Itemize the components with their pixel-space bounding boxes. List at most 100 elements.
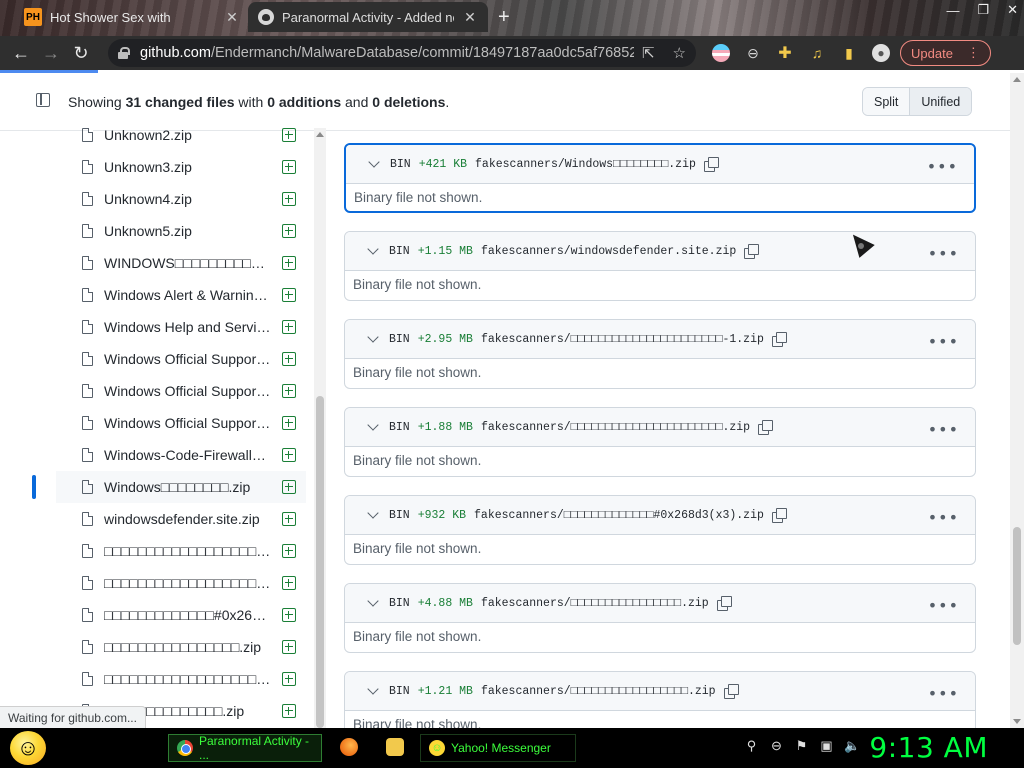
copy-path-icon[interactable] xyxy=(723,683,739,699)
copy-path-icon[interactable] xyxy=(744,243,760,259)
file-icon xyxy=(82,256,93,270)
search-icon[interactable]: ⚲ xyxy=(744,738,759,754)
copy-path-icon[interactable] xyxy=(758,419,774,435)
start-button-smiley-icon[interactable]: ☺ xyxy=(10,731,46,765)
more-options-icon[interactable]: ••• xyxy=(928,420,959,439)
url-text[interactable]: github.com/Endermanch/MalwareDatabase/co… xyxy=(140,45,634,61)
diff-file-header[interactable]: BIN +1.88 MB fakescanners/□□□□□□□□□□□□□□□□… xyxy=(345,408,975,447)
diff-file-card: BIN +1.88 MB fakescanners/□□□□□□□□□□□□□□□□… xyxy=(344,407,976,477)
file-tree-item[interactable]: □□□□□□□□□□□□□□□□□□□□□□.zip xyxy=(56,535,306,567)
diff-file-header[interactable]: BIN +2.95 MB fakescanners/□□□□□□□□□□□□□□□□… xyxy=(345,320,975,359)
more-options-icon[interactable]: ••• xyxy=(927,157,958,176)
folder-icon[interactable] xyxy=(386,738,404,756)
more-options-icon[interactable]: ••• xyxy=(928,684,959,703)
scroll-up-icon[interactable] xyxy=(316,132,324,137)
file-tree-item[interactable]: □□□□□□□□□□□□□#0x268d3.zip xyxy=(56,599,306,631)
chevron-down-icon[interactable] xyxy=(367,683,379,695)
file-tree-item[interactable]: Windows□□□□□□□□.zip xyxy=(56,471,306,503)
file-tree-item[interactable]: □□□□□□□□□□□□□□□□.zip xyxy=(56,631,306,663)
update-button[interactable]: Update ⋮ xyxy=(900,40,991,66)
file-path[interactable]: fakescanners/□□□□□□□□□□□□□□□□□□□□□□.zip xyxy=(481,421,750,434)
more-options-icon[interactable]: ••• xyxy=(928,332,959,351)
file-tree-scrollbar[interactable] xyxy=(314,128,326,728)
chevron-down-icon[interactable] xyxy=(368,156,380,168)
tab-hot-shower[interactable]: PH Hot Shower Sex with ✕ xyxy=(14,2,250,32)
file-tree-item-label: □□□□□□□□□□□□□#0x268d3.zip xyxy=(104,607,272,623)
copy-path-icon[interactable] xyxy=(771,331,787,347)
back-icon[interactable]: ← xyxy=(6,38,36,68)
file-tree-item[interactable]: Windows Official Support.zip xyxy=(56,375,306,407)
diff-file-card: BIN +421 KB fakescanners/Windows□□□□□□□□.z… xyxy=(344,143,976,213)
messenger-status-icon[interactable]: ⊖ xyxy=(769,738,784,754)
scrollbar-thumb[interactable] xyxy=(316,396,324,728)
diff-file-header[interactable]: BIN +932 KB fakescanners/□□□□□□□□□□□□□#0x2… xyxy=(345,496,975,535)
bookmark-star-icon[interactable]: ☆ xyxy=(673,44,686,62)
file-path[interactable]: fakescanners/Windows□□□□□□□□.zip xyxy=(475,158,696,171)
share-icon[interactable]: ⇱ xyxy=(642,44,655,62)
diff-file-header[interactable]: BIN +421 KB fakescanners/Windows□□□□□□□□.z… xyxy=(346,145,974,184)
file-added-icon xyxy=(282,352,296,366)
file-path[interactable]: fakescanners/□□□□□□□□□□□□□□□□□□□□□□-1.zi… xyxy=(481,333,764,346)
chevron-down-icon[interactable] xyxy=(367,331,379,343)
file-tree-item[interactable]: Windows Official Support.zip xyxy=(56,343,306,375)
file-path[interactable]: fakescanners/windowsdefender.site.zip xyxy=(481,245,736,258)
flag-extension-icon[interactable] xyxy=(712,44,730,62)
file-tree-item[interactable]: □□□□□□□□□□□□□□□□□□□□□□.zip xyxy=(56,567,306,599)
taskbar-chrome-button[interactable]: Paranormal Activity - ... xyxy=(168,734,322,762)
taskbar-yahoo-button[interactable]: ☺ Yahoo! Messenger xyxy=(420,734,576,762)
action-center-flag-icon[interactable]: ⚑ xyxy=(794,738,809,754)
file-tree-item[interactable]: WINDOWS□□□□□□□□□□□□.zip xyxy=(56,247,306,279)
chevron-down-icon[interactable] xyxy=(367,595,379,607)
file-tree-item[interactable]: Windows-Code-Firewall0x.zip xyxy=(56,439,306,471)
more-options-icon[interactable]: ••• xyxy=(928,508,959,527)
chevron-down-icon[interactable] xyxy=(367,507,379,519)
file-tree-item[interactable]: Windows Help and Services.zip xyxy=(56,311,306,343)
file-tree-item[interactable]: windowsdefender.site.zip xyxy=(56,503,306,535)
copy-path-icon[interactable] xyxy=(703,156,719,172)
file-tree-item[interactable]: Unknown4.zip xyxy=(56,183,306,215)
volume-icon[interactable]: 🔈 xyxy=(844,738,860,754)
file-tree-item[interactable]: Windows Alert & Warning.zip xyxy=(56,279,306,311)
chevron-down-icon[interactable] xyxy=(367,419,379,431)
minimize-icon[interactable]: — xyxy=(946,3,959,18)
diff-file-header[interactable]: BIN +1.15 MB fakescanners/windowsdefender.… xyxy=(345,232,975,271)
profile-avatar-icon[interactable]: ● xyxy=(872,44,890,62)
close-tab-icon[interactable]: ✕ xyxy=(462,9,478,26)
file-tree-item[interactable]: Windows Official Support.zip xyxy=(56,407,306,439)
copy-path-icon[interactable] xyxy=(716,595,732,611)
side-panel-icon[interactable]: ▮ xyxy=(840,44,858,62)
scrollbar-thumb[interactable] xyxy=(1013,527,1021,645)
lock-icon[interactable] xyxy=(118,47,130,59)
file-tree-item[interactable]: Unknown5.zip xyxy=(56,215,306,247)
more-options-icon[interactable]: ••• xyxy=(928,244,959,263)
restore-icon[interactable]: ❐ xyxy=(977,2,989,18)
firefox-icon[interactable] xyxy=(340,738,358,756)
file-tree-item[interactable]: Unknown3.zip xyxy=(56,151,306,183)
more-options-icon[interactable]: ••• xyxy=(928,596,959,615)
scroll-down-icon[interactable] xyxy=(1013,719,1021,724)
address-bar[interactable]: github.com/Endermanch/MalwareDatabase/co… xyxy=(108,39,696,67)
file-path[interactable]: fakescanners/□□□□□□□□□□□□□□□□□.zip xyxy=(481,685,716,698)
close-window-icon[interactable]: ✕ xyxy=(1007,2,1018,18)
copy-path-icon[interactable] xyxy=(771,507,787,523)
file-tree-toggle-icon[interactable] xyxy=(36,93,50,107)
taskbar-clock[interactable]: 9:13 AM xyxy=(869,731,988,764)
close-tab-icon[interactable]: ✕ xyxy=(224,9,240,26)
chevron-down-icon[interactable] xyxy=(367,243,379,255)
diff-file-header[interactable]: BIN +1.21 MB fakescanners/□□□□□□□□□□□□□□□□… xyxy=(345,672,975,711)
extensions-puzzle-icon[interactable]: ✚ xyxy=(776,44,794,62)
reload-icon[interactable]: ↻ xyxy=(66,38,96,68)
media-control-icon[interactable]: ♫ xyxy=(808,44,826,62)
file-path[interactable]: fakescanners/□□□□□□□□□□□□□#0x268d3(x3).z… xyxy=(474,509,764,522)
file-path[interactable]: fakescanners/□□□□□□□□□□□□□□□□.zip xyxy=(481,597,709,610)
network-icon[interactable]: ▣ xyxy=(819,738,834,754)
file-tree-item[interactable]: Unknown2.zip xyxy=(56,128,306,151)
tab-paranormal-activity[interactable]: Paranormal Activity - Added new ✕ xyxy=(248,2,488,32)
scroll-up-icon[interactable] xyxy=(1013,77,1021,82)
new-tab-icon[interactable]: + xyxy=(498,6,510,29)
file-tree-item[interactable]: □□□□□□□□□□□□□□□□□□□□□□.zip xyxy=(56,663,306,695)
minus-extension-icon[interactable]: ⊖ xyxy=(744,44,762,62)
page-scrollbar[interactable] xyxy=(1010,73,1024,728)
diff-file-header[interactable]: BIN +4.88 MB fakescanners/□□□□□□□□□□□□□□□□… xyxy=(345,584,975,623)
forward-icon[interactable]: → xyxy=(36,38,66,68)
